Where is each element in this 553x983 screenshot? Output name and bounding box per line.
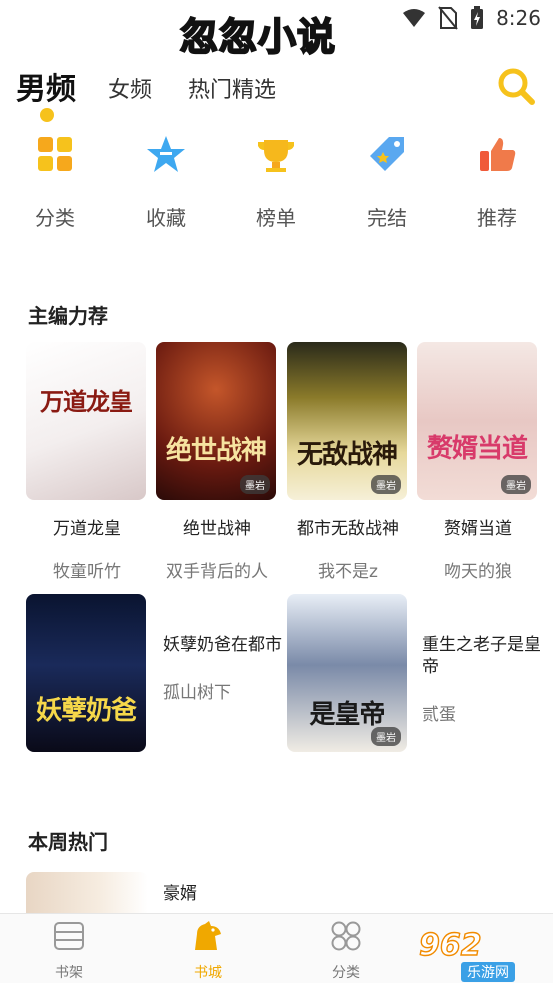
book-title: 赘婿当道 [444, 519, 512, 539]
nav-label: 书架 [55, 965, 83, 981]
category-favorites[interactable]: 收藏 [121, 134, 211, 231]
cover-badge: 墨岩 [240, 475, 270, 494]
category-icon [331, 921, 361, 951]
book-info[interactable]: 妖孽奶爸在都市 孤山树下 [163, 634, 283, 703]
book-title: 妖孽奶爸在都市 [163, 635, 282, 655]
book-author: 孤山树下 [163, 683, 231, 703]
search-icon[interactable] [496, 66, 536, 106]
active-tab-indicator [40, 108, 54, 122]
section-title-editor-picks: 主编力荐 [28, 304, 108, 328]
book-cover: 是皇帝 墨岩 [287, 594, 407, 752]
book-cover: 绝世战神 墨岩 [156, 342, 276, 500]
top-tabs: 男频 女频 热门精选 [14, 64, 544, 124]
nav-label: 书城 [194, 965, 222, 981]
book-card[interactable]: 妖孽奶爸 [26, 594, 148, 752]
nav-category[interactable]: 分类 [311, 920, 381, 982]
battery-charging-icon [471, 6, 484, 29]
cover-text: 赘婿当道 [426, 434, 528, 464]
book-cover: 妖孽奶爸 [26, 594, 146, 752]
trophy-icon [258, 140, 294, 172]
book-author: 双手背后的人 [166, 562, 268, 582]
tab-hot-picks[interactable]: 热门精选 [188, 72, 276, 104]
book-card[interactable]: 无敌战神 墨岩 都市无敌战神 我不是z [287, 342, 409, 582]
book-author: 牧童听竹 [53, 562, 121, 582]
category-label: 分类 [35, 206, 75, 230]
wifi-icon [403, 9, 426, 27]
category-classify[interactable]: 分类 [10, 134, 100, 231]
tab-female[interactable]: 女频 [108, 72, 152, 104]
book-card[interactable]: 绝世战神 墨岩 绝世战神 双手背后的人 [156, 342, 278, 582]
cover-text: 妖孽奶爸 [35, 696, 137, 726]
star-icon [147, 136, 185, 172]
book-info[interactable]: 重生之老子是皇帝 贰蛋 [422, 634, 542, 725]
section-title-weekly-hot: 本周热门 [28, 830, 108, 854]
category-rankings[interactable]: 榜单 [231, 134, 321, 231]
book-cover: 万道龙皇 [26, 342, 146, 500]
cover-text: 万道龙皇 [40, 388, 133, 416]
category-label: 收藏 [146, 206, 186, 230]
book-title[interactable]: 豪婿 [163, 879, 197, 904]
book-title: 万道龙皇 [53, 519, 121, 539]
book-title: 绝世战神 [183, 519, 251, 539]
book-card[interactable]: 是皇帝 墨岩 [287, 594, 409, 752]
category-label: 推荐 [477, 206, 517, 230]
status-time: 8:26 [496, 6, 541, 30]
book-cover: 无敌战神 墨岩 [287, 342, 407, 500]
book-title: 都市无敌战神 [297, 519, 399, 539]
grid-icon [38, 137, 72, 171]
status-bar: 忽忽小说 8:26 [0, 0, 553, 60]
book-author: 贰蛋 [422, 705, 456, 725]
book-cover[interactable] [26, 872, 148, 914]
status-icons: 8:26 [402, 6, 541, 30]
logo-main-text: 962 [418, 927, 482, 963]
tab-male[interactable]: 男频 [16, 64, 76, 108]
cover-badge: 墨岩 [501, 475, 531, 494]
book-author: 我不是z [318, 562, 378, 582]
category-label: 完结 [367, 206, 407, 230]
nav-label: 分类 [332, 965, 360, 981]
category-row: 分类 收藏 榜单 完结 推荐 [0, 134, 553, 244]
cover-badge: 墨岩 [371, 727, 401, 746]
nav-bookshelf[interactable]: 书架 [34, 920, 104, 982]
cover-text: 是皇帝 [309, 700, 385, 730]
bookshelf-icon [54, 922, 84, 950]
cover-text: 无敌战神 [296, 440, 398, 470]
book-cover: 赘婿当道 墨岩 [417, 342, 537, 500]
category-label: 榜单 [256, 206, 296, 230]
book-author: 吻天的狼 [444, 562, 512, 582]
cover-badge: 墨岩 [371, 475, 401, 494]
category-completed[interactable]: 完结 [342, 134, 432, 231]
logo-sub-text: 乐游网 [461, 962, 515, 982]
app-watermark: 忽忽小说 [179, 14, 337, 60]
category-recommend[interactable]: 推荐 [452, 134, 542, 231]
thumbs-up-icon [480, 138, 516, 171]
tag-icon [370, 137, 404, 171]
book-title: 重生之老子是皇帝 [422, 635, 541, 677]
site-logo: 962 乐游网 [418, 927, 547, 982]
cover-text: 绝世战神 [165, 436, 267, 466]
nav-bookstore[interactable]: 书城 [173, 920, 243, 982]
no-sim-icon [438, 6, 458, 30]
book-card[interactable]: 万道龙皇 万道龙皇 牧童听竹 [26, 342, 148, 582]
bookstore-icon [195, 921, 221, 950]
book-card[interactable]: 赘婿当道 墨岩 赘婿当道 吻天的狼 [417, 342, 539, 582]
